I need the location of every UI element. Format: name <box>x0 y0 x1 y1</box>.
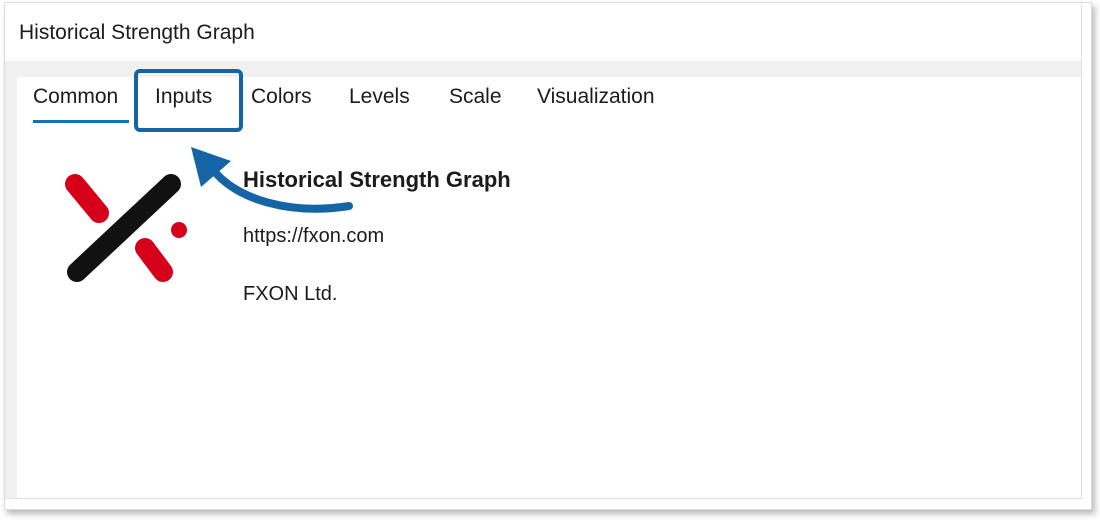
dialog-left-edge <box>5 77 17 498</box>
properties-dialog: Historical Strength Graph Common Inputs … <box>5 3 1082 499</box>
window-title: Historical Strength Graph <box>19 21 255 44</box>
indicator-url: https://fxon.com <box>243 225 385 247</box>
tab-scale[interactable]: Scale <box>449 85 502 109</box>
window-frame: Historical Strength Graph Common Inputs … <box>4 2 1092 510</box>
active-tab-underline <box>33 120 129 123</box>
tab-visualization[interactable]: Visualization <box>537 85 655 109</box>
tab-common[interactable]: Common <box>33 85 118 109</box>
tab-levels[interactable]: Levels <box>349 85 410 109</box>
indicator-name: Historical Strength Graph <box>243 167 511 192</box>
fxon-logo-icon <box>65 174 187 282</box>
tab-colors[interactable]: Colors <box>251 85 312 109</box>
indicator-company: FXON Ltd. <box>243 283 338 305</box>
title-bar: Historical Strength Graph <box>5 3 1081 61</box>
inputs-tab-highlight <box>134 69 243 132</box>
